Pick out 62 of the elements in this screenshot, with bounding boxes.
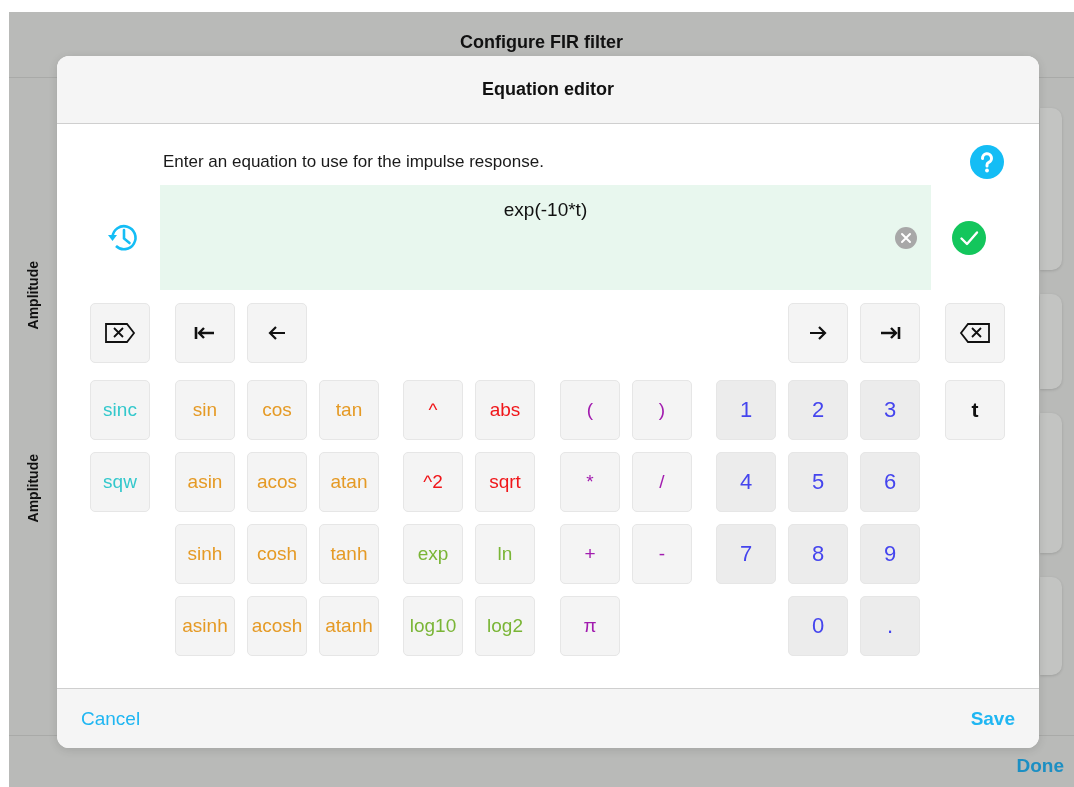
- keypad-key[interactable]: 7: [716, 524, 776, 584]
- cancel-button[interactable]: Cancel: [81, 707, 141, 730]
- keypad-key[interactable]: 8: [788, 524, 848, 584]
- keypad-key[interactable]: acosh: [247, 596, 307, 656]
- keypad-key[interactable]: *: [560, 452, 620, 512]
- keypad-key[interactable]: 3: [860, 380, 920, 440]
- move-to-start-key[interactable]: [175, 303, 235, 363]
- clear-icon[interactable]: [895, 227, 917, 249]
- keypad-key[interactable]: ): [632, 380, 692, 440]
- arrow-to-start-icon: [194, 325, 216, 341]
- clear-field-icon: [104, 322, 136, 344]
- keypad-key[interactable]: log10: [403, 596, 463, 656]
- keypad-key[interactable]: 9: [860, 524, 920, 584]
- keypad-key[interactable]: /: [632, 452, 692, 512]
- instruction-text: Enter an equation to use for the impulse response.: [163, 152, 544, 172]
- backspace-icon: [959, 322, 991, 344]
- keypad-key[interactable]: atanh: [319, 596, 379, 656]
- keypad-key[interactable]: exp: [403, 524, 463, 584]
- keypad-key[interactable]: asinh: [175, 596, 235, 656]
- help-icon[interactable]: [970, 145, 1004, 179]
- keypad-key[interactable]: cos: [247, 380, 307, 440]
- right-arrow-icon: [808, 325, 828, 341]
- keypad-key[interactable]: 1: [716, 380, 776, 440]
- confirm-icon[interactable]: [952, 220, 986, 255]
- keypad-key[interactable]: t: [945, 380, 1005, 440]
- keypad-key[interactable]: -: [632, 524, 692, 584]
- keypad-key[interactable]: 5: [788, 452, 848, 512]
- left-arrow-icon: [267, 325, 287, 341]
- keypad-key[interactable]: 2: [788, 380, 848, 440]
- equation-field[interactable]: exp(-10*t): [160, 185, 931, 290]
- keypad-key[interactable]: (: [560, 380, 620, 440]
- keypad-key[interactable]: atan: [319, 452, 379, 512]
- clear-all-key[interactable]: [90, 303, 150, 363]
- cursor-left-key[interactable]: [247, 303, 307, 363]
- axis-label: Amplitude: [25, 454, 41, 523]
- arrow-to-end-icon: [879, 325, 901, 341]
- dialog-title: Equation editor: [482, 79, 614, 100]
- keypad-key[interactable]: +: [560, 524, 620, 584]
- keypad-key[interactable]: asin: [175, 452, 235, 512]
- keypad-key[interactable]: 4: [716, 452, 776, 512]
- keypad-key[interactable]: π: [560, 596, 620, 656]
- keypad-key[interactable]: tanh: [319, 524, 379, 584]
- keypad-key[interactable]: ln: [475, 524, 535, 584]
- move-to-end-key[interactable]: [860, 303, 920, 363]
- keypad-key[interactable]: ^2: [403, 452, 463, 512]
- keypad-key[interactable]: .: [860, 596, 920, 656]
- keypad-key[interactable]: ^: [403, 380, 463, 440]
- keypad-key[interactable]: log2: [475, 596, 535, 656]
- keypad-key[interactable]: cosh: [247, 524, 307, 584]
- save-button[interactable]: Save: [970, 707, 1015, 730]
- keypad-key[interactable]: tan: [319, 380, 379, 440]
- keypad-key[interactable]: sqrt: [475, 452, 535, 512]
- keypad-key[interactable]: abs: [475, 380, 535, 440]
- keypad-key[interactable]: 0: [788, 596, 848, 656]
- screen-title: Configure FIR filter: [460, 32, 623, 54]
- keypad-key[interactable]: sin: [175, 380, 235, 440]
- keypad-key[interactable]: sinh: [175, 524, 235, 584]
- keypad-key[interactable]: 6: [860, 452, 920, 512]
- backspace-key[interactable]: [945, 303, 1005, 363]
- keypad-key[interactable]: acos: [247, 452, 307, 512]
- cursor-right-key[interactable]: [788, 303, 848, 363]
- axis-label: Amplitude: [25, 260, 41, 329]
